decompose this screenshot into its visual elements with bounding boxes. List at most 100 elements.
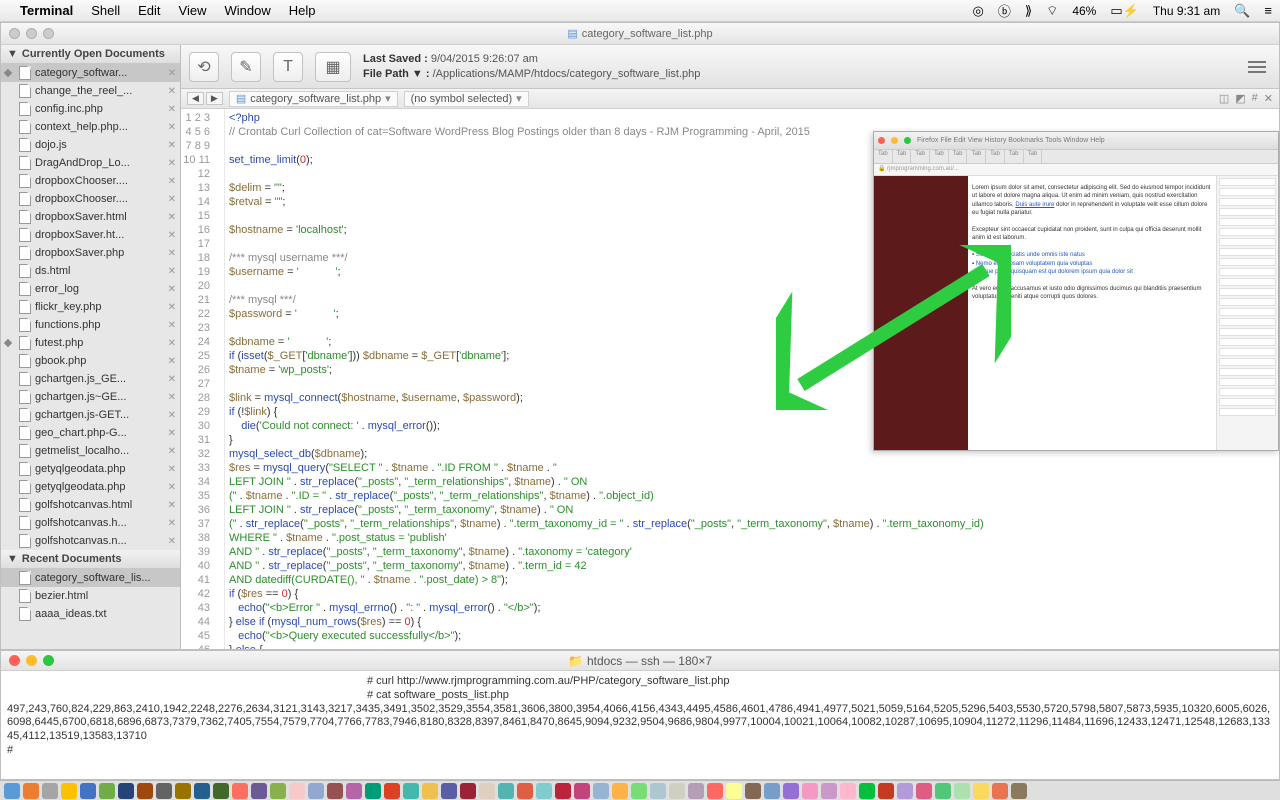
- dock-app-icon[interactable]: [669, 783, 685, 799]
- sidebar-item[interactable]: getmelist_localho...✕: [1, 442, 180, 460]
- dock-app-icon[interactable]: [593, 783, 609, 799]
- window-minimize-button[interactable]: [26, 655, 37, 666]
- dock-app-icon[interactable]: [916, 783, 932, 799]
- sidebar-item[interactable]: golfshotcanvas.h...✕: [1, 514, 180, 532]
- dock-app-icon[interactable]: [745, 783, 761, 799]
- dock-app-icon[interactable]: [517, 783, 533, 799]
- dock-app-icon[interactable]: [251, 783, 267, 799]
- dock-app-icon[interactable]: [175, 783, 191, 799]
- dock-app-icon[interactable]: [878, 783, 894, 799]
- dock-app-icon[interactable]: [327, 783, 343, 799]
- preview-tab[interactable]: Tab: [874, 150, 893, 163]
- sidebar-item[interactable]: gchartgen.js-GET...✕: [1, 406, 180, 424]
- dock-app-icon[interactable]: [707, 783, 723, 799]
- preview-tabs[interactable]: TabTabTabTabTabTabTabTabTab: [874, 150, 1278, 164]
- crumb-file[interactable]: ▤ category_software_list.php ▾: [229, 91, 398, 107]
- close-icon[interactable]: ✕: [168, 392, 176, 403]
- sidebar-item[interactable]: category_softwar...✕: [1, 64, 180, 82]
- notifications-icon[interactable]: ≡: [1264, 3, 1272, 18]
- close-icon[interactable]: ✕: [168, 410, 176, 421]
- sidebar-item[interactable]: DragAndDrop_Lo...✕: [1, 154, 180, 172]
- preview-tab[interactable]: Tab: [1024, 150, 1043, 163]
- close-icon[interactable]: ✕: [168, 86, 176, 97]
- dock-app-icon[interactable]: [764, 783, 780, 799]
- menu-edit[interactable]: Edit: [138, 3, 160, 18]
- close-icon[interactable]: ✕: [168, 356, 176, 367]
- dock-app-icon[interactable]: [270, 783, 286, 799]
- dock-app-icon[interactable]: [631, 783, 647, 799]
- dock-app-icon[interactable]: [479, 783, 495, 799]
- close-icon[interactable]: ✕: [168, 212, 176, 223]
- dock-app-icon[interactable]: [460, 783, 476, 799]
- dock-app-icon[interactable]: [346, 783, 362, 799]
- preview-tab[interactable]: Tab: [911, 150, 930, 163]
- close-icon[interactable]: ✕: [168, 320, 176, 331]
- dock-app-icon[interactable]: [536, 783, 552, 799]
- window-close-button[interactable]: [9, 28, 20, 39]
- close-icon[interactable]: ✕: [168, 230, 176, 241]
- edit-mode-button[interactable]: ✎: [231, 52, 261, 82]
- dock-app-icon[interactable]: [118, 783, 134, 799]
- sidebar-item[interactable]: ds.html✕: [1, 262, 180, 280]
- dock-app-icon[interactable]: [232, 783, 248, 799]
- nav-forward-button[interactable]: ▶: [206, 92, 223, 105]
- sidebar-item[interactable]: golfshotcanvas.html✕: [1, 496, 180, 514]
- battery-icon[interactable]: ▭⚡: [1110, 3, 1138, 19]
- sidebar-item[interactable]: dropboxChooser....✕: [1, 172, 180, 190]
- preview-tab[interactable]: Tab: [930, 150, 949, 163]
- menu-view[interactable]: View: [179, 3, 207, 18]
- dock-app-icon[interactable]: [1011, 783, 1027, 799]
- dock-app-icon[interactable]: [23, 783, 39, 799]
- close-icon[interactable]: ✕: [168, 68, 176, 79]
- dock-app-icon[interactable]: [384, 783, 400, 799]
- preview-tab[interactable]: Tab: [967, 150, 986, 163]
- sidebar-item[interactable]: bezier.html: [1, 587, 180, 605]
- dock-app-icon[interactable]: [973, 783, 989, 799]
- dock-app-icon[interactable]: [612, 783, 628, 799]
- close-icon[interactable]: ✕: [168, 338, 176, 349]
- sidebar-item[interactable]: dropboxSaver.ht...✕: [1, 226, 180, 244]
- sidebar-recent-header[interactable]: ▼ Recent Documents: [1, 550, 180, 569]
- dock-app-icon[interactable]: [137, 783, 153, 799]
- sidebar-item[interactable]: golfshotcanvas.n...✕: [1, 532, 180, 550]
- dock-app-icon[interactable]: [555, 783, 571, 799]
- menu-help[interactable]: Help: [289, 3, 316, 18]
- dock-app-icon[interactable]: [99, 783, 115, 799]
- menu-app[interactable]: Terminal: [20, 3, 73, 18]
- disclosure-triangle-icon[interactable]: ▼: [7, 553, 18, 565]
- nav-back-button[interactable]: ◀: [187, 92, 204, 105]
- sidebar-item[interactable]: gbook.php✕: [1, 352, 180, 370]
- dock-app-icon[interactable]: [802, 783, 818, 799]
- window-zoom-button[interactable]: [43, 655, 54, 666]
- dock-app-icon[interactable]: [422, 783, 438, 799]
- window-zoom-button[interactable]: [43, 28, 54, 39]
- sidebar-item[interactable]: error_log✕: [1, 280, 180, 298]
- sidebar-item[interactable]: gchartgen.js_GE...✕: [1, 370, 180, 388]
- close-icon[interactable]: ✕: [168, 284, 176, 295]
- dock-app-icon[interactable]: [954, 783, 970, 799]
- sidebar-item[interactable]: dropboxSaver.php✕: [1, 244, 180, 262]
- preview-tab[interactable]: Tab: [893, 150, 912, 163]
- close-icon[interactable]: ✕: [168, 194, 176, 205]
- dock-app-icon[interactable]: [650, 783, 666, 799]
- sidebar-item[interactable]: dojo.js✕: [1, 136, 180, 154]
- dock-app-icon[interactable]: [859, 783, 875, 799]
- dock-app-icon[interactable]: [156, 783, 172, 799]
- close-icon[interactable]: ✕: [168, 302, 176, 313]
- close-icon[interactable]: ✕: [168, 248, 176, 259]
- close-icon[interactable]: ✕: [168, 500, 176, 511]
- close-icon[interactable]: ✕: [168, 482, 176, 493]
- status-icon-2[interactable]: ⓑ: [998, 1, 1011, 20]
- status-icon-1[interactable]: ◎: [973, 3, 984, 19]
- sidebar-item[interactable]: dropboxChooser....✕: [1, 190, 180, 208]
- close-icon[interactable]: ✕: [168, 446, 176, 457]
- dock[interactable]: [0, 780, 1280, 800]
- close-icon[interactable]: ✕: [168, 536, 176, 547]
- window-zoom-button[interactable]: [904, 137, 911, 144]
- hamburger-menu-button[interactable]: [1243, 55, 1271, 79]
- spotlight-icon[interactable]: 🔍: [1234, 3, 1250, 19]
- sidebar-item[interactable]: functions.php✕: [1, 316, 180, 334]
- close-icon[interactable]: ✕: [168, 122, 176, 133]
- sidebar-item[interactable]: dropboxSaver.html✕: [1, 208, 180, 226]
- dock-app-icon[interactable]: [783, 783, 799, 799]
